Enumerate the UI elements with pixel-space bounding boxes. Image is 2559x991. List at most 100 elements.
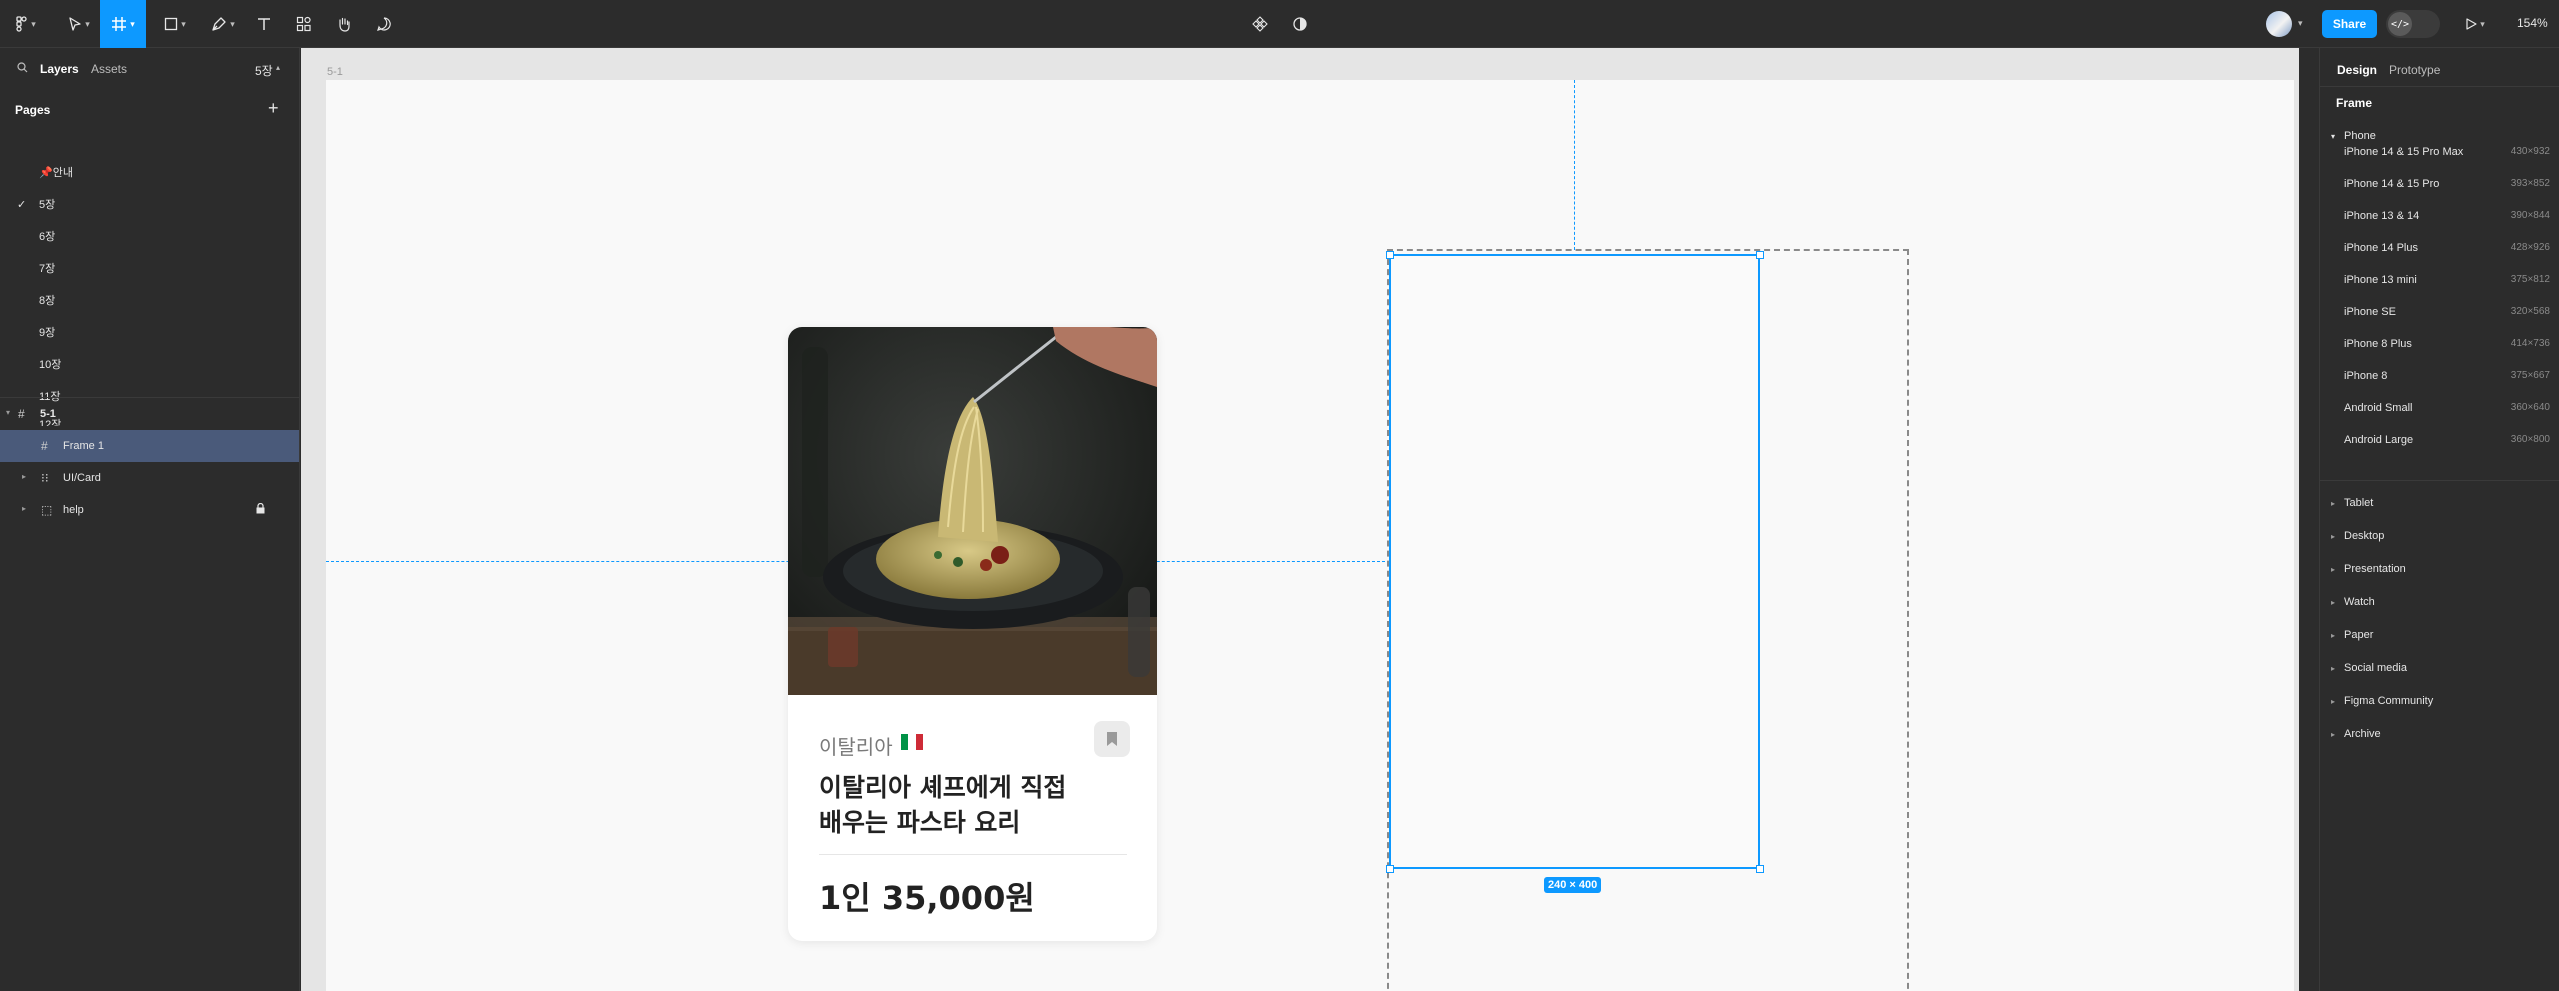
chevron-right-icon[interactable]: ▸ <box>2331 598 2335 607</box>
page-item[interactable]: 8장 <box>0 284 299 316</box>
frame-section-title: Frame <box>2336 96 2373 110</box>
chevron-right-icon[interactable]: ▸ <box>2331 532 2335 541</box>
italy-flag-icon <box>901 734 923 750</box>
zoom-level[interactable]: 154% <box>2517 16 2548 30</box>
bookmark-button[interactable] <box>1094 721 1130 757</box>
device-preset[interactable]: iPhone 14 & 15 Pro 393×852 <box>2320 168 2559 200</box>
share-button[interactable]: Share <box>2322 10 2377 38</box>
chevron-right-icon[interactable]: ▸ <box>2331 664 2335 673</box>
page-switcher[interactable]: 5장 <box>255 62 273 79</box>
tab-design[interactable]: Design <box>2337 63 2377 77</box>
device-size: 390×844 <box>2510 210 2550 221</box>
layer-row[interactable]: ▾ #5-1 <box>0 398 299 430</box>
page-item[interactable]: 10장 <box>0 348 299 380</box>
device-preset[interactable]: iPhone SE 320×568 <box>2320 296 2559 328</box>
chevron-down-icon[interactable]: ▾ <box>2298 18 2303 29</box>
pen-tool-button[interactable]: ▾ <box>204 8 242 40</box>
frame-5-1[interactable] <box>326 80 2294 991</box>
components-icon <box>296 16 311 32</box>
device-size: 375×667 <box>2510 370 2550 381</box>
resize-handle-bottom-left[interactable] <box>1386 865 1394 873</box>
device-preset[interactable]: Android Small 360×640 <box>2320 392 2559 424</box>
chevron-right-icon[interactable]: ▸ <box>2331 631 2335 640</box>
device-size: 393×852 <box>2510 178 2550 189</box>
device-preset[interactable]: iPhone 8 375×667 <box>2320 360 2559 392</box>
frame-tool-button[interactable]: ▾ <box>100 0 146 48</box>
move-tool-button[interactable]: ▾ <box>60 8 98 40</box>
avatar[interactable] <box>2266 11 2292 37</box>
theme-toggle-button[interactable] <box>1288 8 1312 40</box>
preset-group[interactable]: Watch <box>2344 596 2375 608</box>
lock-icon[interactable] <box>256 502 265 517</box>
device-size: 430×932 <box>2510 146 2550 157</box>
device-preset[interactable]: iPhone 13 & 14 390×844 <box>2320 200 2559 232</box>
shape-tool-button[interactable]: ▾ <box>156 8 194 40</box>
device-name: Android Small <box>2344 402 2413 414</box>
layer-row[interactable]: ▸ ⁝⁝ UI/Card <box>0 462 299 494</box>
chevron-up-icon[interactable]: ▴ <box>276 63 280 72</box>
pasta-image <box>788 327 1157 695</box>
card-title-line: 이탈리아 셰프에게 직접 <box>819 773 1067 802</box>
ui-card[interactable]: 이탈리아 이탈리아 셰프에게 직접 배우는 파스타 요리 1인 35,000원 <box>788 327 1157 941</box>
tab-layers[interactable]: Layers <box>40 62 79 76</box>
preset-group[interactable]: Presentation <box>2344 563 2406 575</box>
resources-button[interactable] <box>292 8 316 40</box>
device-preset[interactable]: iPhone 14 & 15 Pro Max 430×932 <box>2320 136 2559 168</box>
check-icon: ✓ <box>17 198 27 211</box>
device-preset[interactable]: iPhone 13 mini 375×812 <box>2320 264 2559 296</box>
chevron-right-icon[interactable]: ▸ <box>22 472 26 481</box>
resize-handle-top-left[interactable] <box>1386 251 1394 259</box>
text-tool-button[interactable] <box>252 8 276 40</box>
chevron-down-icon[interactable]: ▾ <box>6 408 10 417</box>
preset-group[interactable]: Figma Community <box>2344 695 2433 707</box>
page-item[interactable]: 9장 <box>0 316 299 348</box>
present-button[interactable]: ▾ <box>2460 8 2490 40</box>
chevron-right-icon[interactable]: ▸ <box>22 504 26 513</box>
page-item[interactable]: 7장 <box>0 252 299 284</box>
frame-1-selection[interactable] <box>1389 254 1760 869</box>
card-price: 1인 35,000원 <box>819 879 1035 917</box>
chevron-right-icon[interactable]: ▸ <box>2331 697 2335 706</box>
component-button[interactable] <box>1248 8 1272 40</box>
search-icon[interactable] <box>17 62 28 76</box>
page-item-label: 6장 <box>39 231 56 243</box>
play-icon <box>2466 18 2477 30</box>
preset-group[interactable]: Social media <box>2344 662 2407 674</box>
resize-handle-top-right[interactable] <box>1756 251 1764 259</box>
page-item[interactable]: ✓ 5장 <box>0 188 299 220</box>
chevron-right-icon[interactable]: ▸ <box>2331 730 2335 739</box>
rectangle-icon <box>165 17 178 31</box>
page-item-label: 7장 <box>39 263 56 275</box>
frame-label[interactable]: 5-1 <box>327 66 343 78</box>
page-item[interactable]: 📌안내 <box>0 156 299 188</box>
text-icon <box>258 18 270 30</box>
main-menu-button[interactable]: ▾ <box>8 8 44 40</box>
device-preset[interactable]: iPhone 14 Plus 428×926 <box>2320 232 2559 264</box>
device-preset[interactable]: Android Large 360×800 <box>2320 424 2559 456</box>
preset-group[interactable]: Desktop <box>2344 530 2384 542</box>
tab-assets[interactable]: Assets <box>91 62 127 76</box>
layer-label: UI/Card <box>63 472 101 484</box>
chevron-right-icon[interactable]: ▸ <box>2331 499 2335 508</box>
dev-mode-toggle[interactable]: </> <box>2386 10 2440 38</box>
add-page-icon[interactable]: + <box>268 98 279 119</box>
resize-handle-bottom-right[interactable] <box>1756 865 1764 873</box>
tab-prototype[interactable]: Prototype <box>2389 63 2440 77</box>
right-panel: Design Prototype Frame ▾ Phone iPhone 14… <box>2319 48 2559 991</box>
comment-tool-button[interactable] <box>372 8 396 40</box>
device-size: 320×568 <box>2510 306 2550 317</box>
chevron-right-icon[interactable]: ▸ <box>2331 565 2335 574</box>
comment-icon <box>377 17 391 31</box>
layer-row[interactable]: ▸ ⬚ help <box>0 494 299 526</box>
card-category: 이탈리아 <box>819 735 893 759</box>
hand-tool-button[interactable] <box>332 8 356 40</box>
spacing-guide-vertical <box>1574 80 1575 250</box>
layer-row[interactable]: # Frame 1 <box>0 430 299 462</box>
preset-group[interactable]: Tablet <box>2344 497 2373 509</box>
page-item[interactable]: 6장 <box>0 220 299 252</box>
device-preset[interactable]: iPhone 8 Plus 414×736 <box>2320 328 2559 360</box>
chevron-down-icon: ▾ <box>130 18 135 29</box>
canvas[interactable]: 5-1 이탈리아 이탈리아 셰프에게 직접 배우는 파스타 요리 1인 35,0… <box>301 48 2299 991</box>
preset-group[interactable]: Archive <box>2344 728 2381 740</box>
preset-group[interactable]: Paper <box>2344 629 2373 641</box>
